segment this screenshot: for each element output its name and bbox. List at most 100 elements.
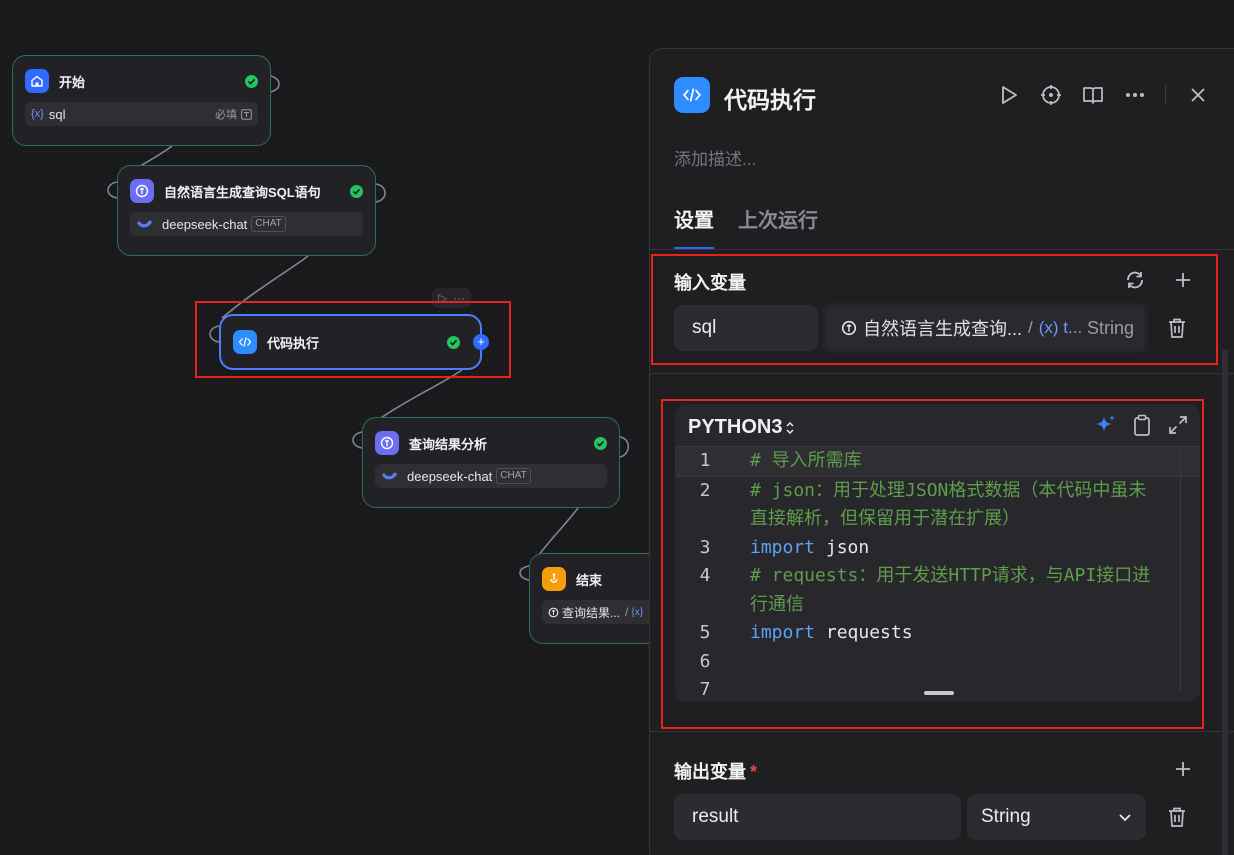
section-divider	[650, 373, 1234, 374]
description-input[interactable]: 添加描述...	[674, 145, 756, 170]
expand-icon[interactable]	[1168, 415, 1188, 440]
node-start[interactable]: 开始 {x} sql 必填	[12, 55, 271, 146]
code-line[interactable]: 7	[675, 676, 1200, 702]
language-label: PYTHON3	[688, 416, 783, 438]
code-line[interactable]: 5 import requests	[675, 619, 1200, 648]
required-label: 必填	[215, 109, 237, 121]
toolbar-divider	[1165, 85, 1166, 105]
output-variables-label: 输出变量	[674, 762, 746, 782]
code-line[interactable]: 4 # requests：用于发送HTTP请求，与API接口进行通信	[675, 562, 1200, 619]
panel-scrollbar[interactable]	[1222, 349, 1228, 855]
help-docs-icon[interactable]	[1079, 81, 1107, 109]
code-token: import	[750, 622, 816, 643]
code-token: import	[750, 536, 816, 558]
copy-clipboard-icon[interactable]	[1132, 414, 1152, 441]
line-number: 5	[699, 622, 711, 643]
chevron-up-down-icon	[786, 421, 794, 434]
node-code[interactable]: 代码执行 +	[219, 314, 489, 370]
run-node-icon[interactable]: ▷	[438, 291, 447, 305]
code-line[interactable]: 2 # json：用于处理JSON格式数据（本代码中虽未直接解析，但保留用于潜在扩…	[675, 477, 1200, 534]
code-line[interactable]: 6	[675, 648, 1200, 677]
node-start-title: 开始	[59, 74, 86, 90]
model-mode-badge: CHAT	[496, 468, 531, 484]
end-flag-icon	[542, 567, 566, 591]
nl2sql-model-row: deepseek-chat CHAT	[130, 212, 363, 236]
section-divider	[650, 731, 1234, 732]
success-check-icon	[447, 335, 460, 349]
output-variable-name-field[interactable]: result	[674, 794, 961, 840]
analysis-model-row: deepseek-chat CHAT	[375, 464, 607, 488]
chevron-down-icon	[1119, 813, 1131, 821]
line-content	[735, 676, 1155, 702]
code-icon	[674, 77, 710, 113]
start-variable-row: {x} sql 必填	[25, 102, 258, 126]
reference-separator: /	[1028, 318, 1033, 337]
add-output-variable-icon[interactable]	[1170, 756, 1196, 782]
code-line[interactable]: 3 import json	[675, 534, 1200, 563]
node-nl2sql-title: 自然语言生成查询SQL语句	[164, 184, 321, 200]
line-content: import requests	[735, 619, 1155, 648]
llm-icon	[375, 431, 399, 455]
more-icon[interactable]	[1121, 81, 1149, 109]
panel-toolbar	[995, 81, 1226, 109]
line-number: 4	[699, 565, 711, 586]
code-editor-toolbar	[1094, 414, 1188, 441]
delete-output-variable-icon[interactable]	[1164, 804, 1190, 830]
line-number: 2	[699, 479, 711, 501]
language-selector[interactable]: PYTHON3	[688, 416, 795, 439]
code-scrollbar-track	[1180, 448, 1181, 692]
variable-icon: {x}	[631, 606, 644, 618]
panel-tabs: 设置 上次运行	[674, 204, 818, 250]
code-line[interactable]: 1 # 导入所需库	[675, 446, 1200, 477]
deepseek-whale-icon	[137, 220, 152, 228]
end-ref-node: 查询结果...	[562, 605, 621, 620]
input-variable-name-field[interactable]: sql	[674, 305, 818, 351]
editor-resize-handle[interactable]	[924, 691, 954, 695]
node-nl2sql[interactable]: 自然语言生成查询SQL语句 deepseek-chat CHAT	[117, 165, 376, 256]
success-check-icon	[350, 184, 363, 198]
tab-last-run[interactable]: 上次运行	[738, 204, 818, 250]
close-icon[interactable]	[1184, 81, 1212, 109]
code-token: # 导入所需库	[750, 450, 862, 471]
llm-icon	[130, 179, 154, 203]
locate-node-icon[interactable]	[1037, 81, 1065, 109]
line-content: # 导入所需库	[735, 447, 1155, 476]
node-code-title: 代码执行	[267, 335, 320, 351]
text-field-icon	[241, 108, 252, 120]
required-tag: 必填	[215, 106, 252, 122]
node-analysis[interactable]: 查询结果分析 deepseek-chat CHAT	[362, 417, 620, 508]
add-input-variable-icon[interactable]	[1170, 267, 1196, 293]
required-mark: *	[750, 762, 758, 782]
line-number: 6	[699, 650, 711, 672]
reference-variable-type: String	[1086, 317, 1134, 338]
deepseek-whale-icon	[382, 472, 397, 480]
line-number: 3	[699, 536, 711, 558]
success-check-icon	[245, 74, 258, 88]
code-editor[interactable]: PYTHON3 1 # 导入所需库 2 # json：用于处理JSON格式数据（本代码…	[675, 404, 1200, 702]
code-lines[interactable]: 1 # 导入所需库 2 # json：用于处理JSON格式数据（本代码中虽未直接解析，…	[675, 446, 1200, 702]
node-mini-toolbar[interactable]: ▷ ···	[432, 288, 472, 308]
add-node-plus-icon[interactable]: +	[473, 334, 489, 350]
node-analysis-title: 查询结果分析	[409, 436, 488, 452]
start-variable-name: sql	[48, 106, 66, 122]
tab-settings[interactable]: 设置	[674, 204, 714, 250]
output-variable-type: String	[981, 806, 1031, 827]
delete-input-variable-icon[interactable]	[1164, 315, 1190, 341]
output-variable-type-select[interactable]: String	[967, 794, 1146, 840]
reference-variable-name: (x) t...	[1038, 318, 1083, 337]
code-icon	[233, 330, 257, 354]
code-token: json	[815, 536, 870, 558]
line-content: import json	[735, 534, 1155, 563]
input-variable-reference-selector[interactable]: 自然语言生成查询... / (x) t... String	[823, 303, 1148, 353]
line-number: 1	[699, 450, 711, 471]
run-icon[interactable]	[995, 81, 1023, 109]
llm-icon	[841, 320, 857, 336]
input-variables-title: 输入变量	[674, 273, 746, 293]
ai-sparkle-icon[interactable]	[1094, 414, 1116, 441]
sync-icon[interactable]	[1122, 267, 1148, 293]
code-token: # requests：用于发送HTTP请求，与API接口进行通信	[750, 565, 1151, 615]
code-token: # json：用于处理JSON格式数据（本代码中虽未直接解析，但保留用于潜在扩展…	[750, 479, 1147, 530]
more-icon[interactable]: ···	[453, 291, 465, 305]
model-mode-badge: CHAT	[251, 216, 286, 232]
panel-title[interactable]: 代码执行	[724, 81, 816, 115]
